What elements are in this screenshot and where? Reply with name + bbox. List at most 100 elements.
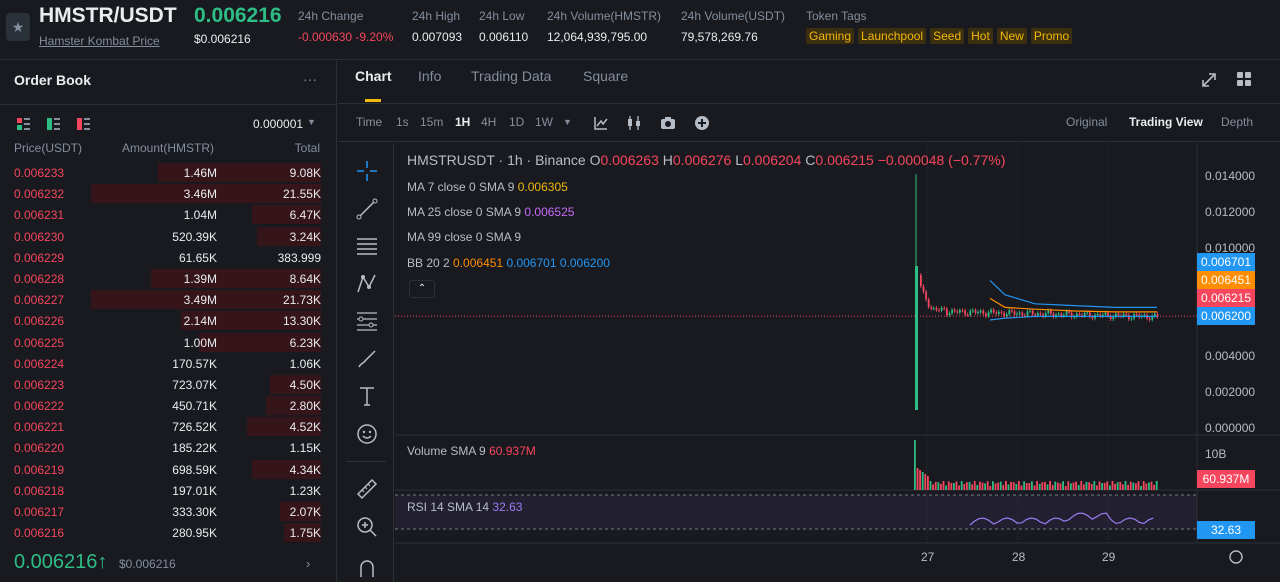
brush-icon[interactable] [355, 347, 379, 371]
bb-legend[interactable]: BB 20 2 0.006451 0.006701 0.006200 [407, 256, 610, 270]
ma7-legend[interactable]: MA 7 close 0 SMA 9 0.006305 [407, 180, 568, 194]
view-original[interactable]: Original [1066, 115, 1107, 129]
candle-body [925, 291, 927, 300]
ask-price: 0.006225 [14, 335, 65, 350]
order-book-panel: Order Book ··· 0.000001 ▼ Price(USDT) Am… [0, 61, 337, 582]
magnet-icon[interactable] [355, 553, 379, 577]
ask-row[interactable]: 0.006217 333.30K 2.07K [0, 501, 337, 522]
expand-icon[interactable] [1201, 72, 1217, 88]
ask-total: 8.64K [289, 271, 321, 286]
stat-value: 79,578,269.76 [681, 30, 758, 44]
tab-info[interactable]: Info [418, 68, 441, 84]
tick-size-select[interactable]: 0.000001 [253, 117, 303, 131]
favorite-star-icon[interactable]: ★ [6, 13, 30, 41]
token-tag[interactable]: Hot [968, 28, 993, 44]
crosshair-icon[interactable] [355, 159, 379, 183]
view-trading-view[interactable]: Trading View [1129, 115, 1203, 129]
ask-row[interactable]: 0.006233 1.46M 9.08K [0, 162, 337, 183]
pattern-icon[interactable] [355, 272, 379, 296]
chevron-down-icon[interactable]: ▼ [307, 117, 316, 127]
volume-bar [1028, 482, 1031, 490]
ask-price: 0.006227 [14, 293, 65, 308]
volume-bar [1010, 481, 1012, 490]
ma25-legend[interactable]: MA 25 close 0 SMA 9 0.006525 [407, 205, 574, 219]
rsi-legend[interactable]: RSI 14 SMA 14 32.63 [407, 500, 522, 514]
spike-candle-body [915, 266, 918, 410]
column-header-total: Total [294, 141, 320, 155]
tab-trading-data[interactable]: Trading Data [471, 68, 551, 84]
legend-value: 0.006451 [453, 256, 504, 270]
token-tag[interactable]: Promo [1030, 28, 1073, 44]
text-icon[interactable] [355, 384, 379, 408]
collapse-legend-button[interactable]: ⌃ [409, 280, 435, 298]
ask-price: 0.006216 [14, 526, 65, 541]
token-tag[interactable]: Seed [930, 28, 965, 44]
tab-chart[interactable]: Chart [355, 68, 392, 84]
volume-bar [958, 485, 960, 490]
ask-row[interactable]: 0.006221 726.52K 4.52K [0, 416, 337, 437]
bb-lower-line [989, 315, 1157, 321]
zoom-in-icon[interactable] [355, 515, 379, 539]
chart-panel: Chart Info Trading Data Square Time 1s 1… [338, 61, 1280, 582]
candle-body [1050, 310, 1052, 314]
camera-icon[interactable] [660, 115, 676, 131]
timeframe-1w[interactable]: 1W [535, 115, 553, 129]
price-chart[interactable]: 0.014000 0.012000 0.010000 0.004000 0.002000… [395, 143, 1280, 582]
volume-bar [1041, 482, 1044, 490]
ask-row[interactable]: 0.006219 698.59K 4.34K [0, 459, 337, 480]
ask-row[interactable]: 0.006225 1.00M 6.23K [0, 332, 337, 353]
token-tag[interactable]: Gaming [806, 28, 855, 44]
fibonacci-icon[interactable] [355, 309, 379, 333]
stat-label: 24h Volume(HMSTR) [547, 9, 662, 23]
volume-bar [1015, 483, 1018, 490]
volume-bar [1051, 484, 1054, 490]
ask-row[interactable]: 0.006223 723.07K 4.50K [0, 374, 337, 395]
timeframe-1s[interactable]: 1s [396, 115, 409, 129]
ask-row[interactable]: 0.006227 3.49M 21.73K [0, 289, 337, 310]
ask-row[interactable]: 0.006222 450.71K 2.80K [0, 395, 337, 416]
more-options-icon[interactable]: ··· [303, 71, 317, 87]
ask-row[interactable]: 0.006216 280.95K 1.75K [0, 522, 337, 543]
ask-row[interactable]: 0.006228 1.39M 8.64K [0, 268, 337, 289]
candle-type-icon[interactable] [626, 115, 642, 131]
add-indicator-icon[interactable] [694, 115, 710, 131]
timeframe-15m[interactable]: 15m [420, 115, 443, 129]
chevron-down-icon[interactable]: ▼ [563, 117, 572, 127]
token-tag-list: Gaming Launchpool Seed Hot New Promo [806, 28, 1073, 44]
token-tag[interactable]: New [996, 28, 1027, 44]
token-tag[interactable]: Launchpool [858, 28, 927, 44]
ask-row[interactable]: 0.006232 3.46M 21.55K [0, 183, 337, 204]
trend-line-icon[interactable] [355, 197, 379, 221]
ask-row[interactable]: 0.006231 1.04M 6.47K [0, 204, 337, 225]
view-depth[interactable]: Depth [1221, 115, 1253, 129]
timeframe-1h[interactable]: 1H [455, 115, 470, 129]
tab-square[interactable]: Square [583, 68, 628, 84]
horizontal-lines-icon[interactable] [355, 234, 379, 258]
layout-grid-icon[interactable] [1237, 72, 1251, 86]
emoji-icon[interactable] [355, 422, 379, 446]
ask-row[interactable]: 0.006220 185.22K 1.15K [0, 437, 337, 458]
ask-amount: 61.65K [178, 250, 217, 265]
ask-row[interactable]: 0.006229 61.65K 383.999 [0, 247, 337, 268]
ask-row[interactable]: 0.006218 197.01K 1.23K [0, 480, 337, 501]
indicator-icon[interactable] [593, 115, 609, 131]
candle-body [1000, 311, 1003, 313]
orderbook-both-view-icon[interactable] [17, 118, 30, 131]
ruler-icon[interactable] [355, 477, 379, 501]
ask-row[interactable]: 0.006226 2.14M 13.30K [0, 310, 337, 331]
volume-legend[interactable]: Volume SMA 9 60.937M [407, 444, 536, 458]
timeframe-1d[interactable]: 1D [509, 115, 524, 129]
ask-row[interactable]: 0.006224 170.57K 1.06K [0, 353, 337, 374]
orderbook-bids-view-icon[interactable] [47, 118, 60, 131]
orderbook-asks-view-icon[interactable] [77, 118, 90, 131]
volume-bar [973, 481, 976, 490]
stat-value: 0.006110 [479, 30, 529, 44]
volume-bar [942, 481, 945, 490]
timeframe-4h[interactable]: 4H [481, 115, 496, 129]
symbol-price-link[interactable]: Hamster Kombat Price [39, 34, 160, 48]
symbol-title[interactable]: HMSTR/USDT [39, 4, 177, 28]
ma99-legend[interactable]: MA 99 close 0 SMA 9 [407, 230, 521, 244]
ask-row[interactable]: 0.006230 520.39K 3.24K [0, 226, 337, 247]
chevron-right-icon[interactable]: › [306, 556, 310, 571]
candle-body [1063, 314, 1065, 316]
